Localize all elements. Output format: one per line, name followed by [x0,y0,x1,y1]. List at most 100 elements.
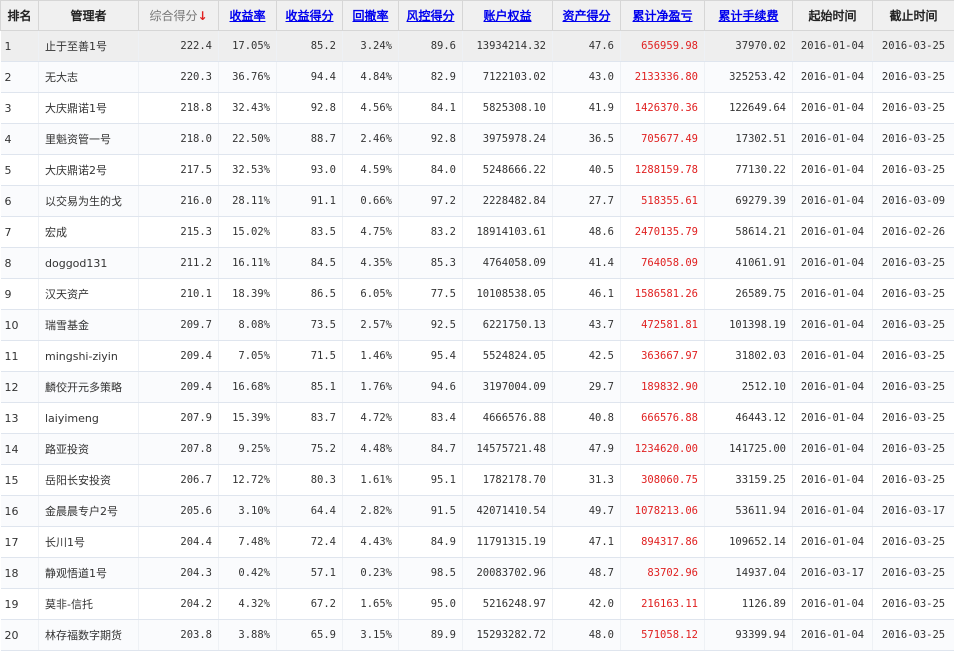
cell-end-date: 2016-03-25 [873,403,954,434]
cell-manager: 大庆鼎诺1号 [39,93,139,124]
table-row[interactable]: 5大庆鼎诺2号217.532.53%93.04.59%84.05248666.2… [1,155,954,186]
cell-drawdown-rate: 4.84% [343,62,399,93]
cell-risk-score: 92.8 [399,124,463,155]
cell-cumulative-net-pnl: 1426370.36 [621,93,705,124]
table-row[interactable]: 12麟佼开元多策略209.416.68%85.11.76%94.63197004… [1,372,954,403]
header-cumulative-fees[interactable]: 累计手续费 [705,1,793,31]
header-cumulative-net-pnl[interactable]: 累计净盈亏 [621,1,705,31]
cell-account-equity: 3197004.09 [463,372,553,403]
table-row[interactable]: 19莫非-信托204.24.32%67.21.65%95.05216248.97… [1,589,954,620]
cell-drawdown-rate: 4.43% [343,527,399,558]
cell-cumulative-net-pnl: 1234620.00 [621,434,705,465]
cell-asset-score: 41.4 [553,248,621,279]
cell-asset-score: 40.8 [553,403,621,434]
cell-cumulative-fees: 77130.22 [705,155,793,186]
table-row[interactable]: 20林存福数字期货203.83.88%65.93.15%89.915293282… [1,620,954,651]
cell-return-rate: 16.68% [219,372,277,403]
cell-asset-score: 36.5 [553,124,621,155]
table-row[interactable]: 7宏成215.315.02%83.54.75%83.218914103.6148… [1,217,954,248]
cell-end-date: 2016-03-25 [873,434,954,465]
cell-rank: 17 [1,527,39,558]
cell-composite-score: 207.8 [139,434,219,465]
cell-return-score: 64.4 [277,496,343,527]
cell-account-equity: 20083702.96 [463,558,553,589]
cell-end-date: 2016-03-25 [873,62,954,93]
header-return-score[interactable]: 收益得分 [277,1,343,31]
cell-account-equity: 5825308.10 [463,93,553,124]
cell-asset-score: 40.5 [553,155,621,186]
header-account-equity[interactable]: 账户权益 [463,1,553,31]
cell-end-date: 2016-03-25 [873,341,954,372]
table-row[interactable]: 10瑞雪基金209.78.08%73.52.57%92.56221750.134… [1,310,954,341]
cell-cumulative-fees: 31802.03 [705,341,793,372]
cell-cumulative-net-pnl: 764058.09 [621,248,705,279]
cell-risk-score: 95.1 [399,465,463,496]
header-risk-score[interactable]: 风控得分 [399,1,463,31]
cell-rank: 5 [1,155,39,186]
cell-cumulative-net-pnl: 1078213.06 [621,496,705,527]
cell-end-date: 2016-03-17 [873,496,954,527]
cell-cumulative-net-pnl: 894317.86 [621,527,705,558]
table-row[interactable]: 2无大志220.336.76%94.44.84%82.97122103.0243… [1,62,954,93]
table-row[interactable]: 18静观悟道1号204.30.42%57.10.23%98.520083702.… [1,558,954,589]
cell-risk-score: 91.5 [399,496,463,527]
cell-return-score: 94.4 [277,62,343,93]
table-row[interactable]: 9汉天资产210.118.39%86.56.05%77.510108538.05… [1,279,954,310]
header-rank: 排名 [1,1,39,31]
cell-risk-score: 95.4 [399,341,463,372]
cell-composite-score: 217.5 [139,155,219,186]
table-row[interactable]: 8doggod131211.216.11%84.54.35%85.3476405… [1,248,954,279]
cell-return-score: 86.5 [277,279,343,310]
cell-end-date: 2016-03-25 [873,248,954,279]
cell-risk-score: 95.0 [399,589,463,620]
cell-manager: 麟佼开元多策略 [39,372,139,403]
table-row[interactable]: 14路亚投资207.89.25%75.24.48%84.714575721.48… [1,434,954,465]
cell-account-equity: 1782178.70 [463,465,553,496]
cell-manager: 路亚投资 [39,434,139,465]
cell-rank: 3 [1,93,39,124]
cell-rank: 16 [1,496,39,527]
cell-manager: 莫非-信托 [39,589,139,620]
table-row[interactable]: 16金晨晨专户2号205.63.10%64.42.82%91.542071410… [1,496,954,527]
cell-asset-score: 46.1 [553,279,621,310]
table-row[interactable]: 6以交易为生的戈216.028.11%91.10.66%97.22228482.… [1,186,954,217]
cell-cumulative-fees: 101398.19 [705,310,793,341]
cell-end-date: 2016-02-26 [873,217,954,248]
cell-asset-score: 48.6 [553,217,621,248]
cell-manager: 里魁资管一号 [39,124,139,155]
cell-cumulative-net-pnl: 705677.49 [621,124,705,155]
cell-composite-score: 207.9 [139,403,219,434]
cell-composite-score: 218.8 [139,93,219,124]
header-drawdown-rate[interactable]: 回撤率 [343,1,399,31]
cell-return-score: 75.2 [277,434,343,465]
header-start-date: 起始时间 [793,1,873,31]
table-row[interactable]: 4里魁资管一号218.022.50%88.72.46%92.83975978.2… [1,124,954,155]
cell-rank: 9 [1,279,39,310]
table-row[interactable]: 1止于至善1号222.417.05%85.23.24%89.613934214.… [1,31,954,62]
table-row[interactable]: 17长川1号204.47.48%72.44.43%84.911791315.19… [1,527,954,558]
cell-manager: 长川1号 [39,527,139,558]
cell-start-date: 2016-01-04 [793,186,873,217]
table-row[interactable]: 15岳阳长安投资206.712.72%80.31.61%95.11782178.… [1,465,954,496]
cell-account-equity: 2228482.84 [463,186,553,217]
cell-cumulative-fees: 14937.04 [705,558,793,589]
table-row[interactable]: 13laiyimeng207.915.39%83.74.72%83.446665… [1,403,954,434]
cell-return-rate: 3.88% [219,620,277,651]
cell-return-score: 85.2 [277,31,343,62]
cell-cumulative-fees: 1126.89 [705,589,793,620]
cell-cumulative-fees: 17302.51 [705,124,793,155]
header-return-rate[interactable]: 收益率 [219,1,277,31]
cell-cumulative-net-pnl: 308060.75 [621,465,705,496]
cell-asset-score: 31.3 [553,465,621,496]
cell-manager: 林存福数字期货 [39,620,139,651]
table-row[interactable]: 11mingshi-ziyin209.47.05%71.51.46%95.455… [1,341,954,372]
cell-composite-score: 204.2 [139,589,219,620]
cell-drawdown-rate: 0.23% [343,558,399,589]
cell-return-score: 91.1 [277,186,343,217]
cell-asset-score: 48.7 [553,558,621,589]
cell-manager: 宏成 [39,217,139,248]
cell-asset-score: 47.9 [553,434,621,465]
table-row[interactable]: 3大庆鼎诺1号218.832.43%92.84.56%84.15825308.1… [1,93,954,124]
header-composite-score[interactable]: 综合得分↓ [139,1,219,31]
header-asset-score[interactable]: 资产得分 [553,1,621,31]
